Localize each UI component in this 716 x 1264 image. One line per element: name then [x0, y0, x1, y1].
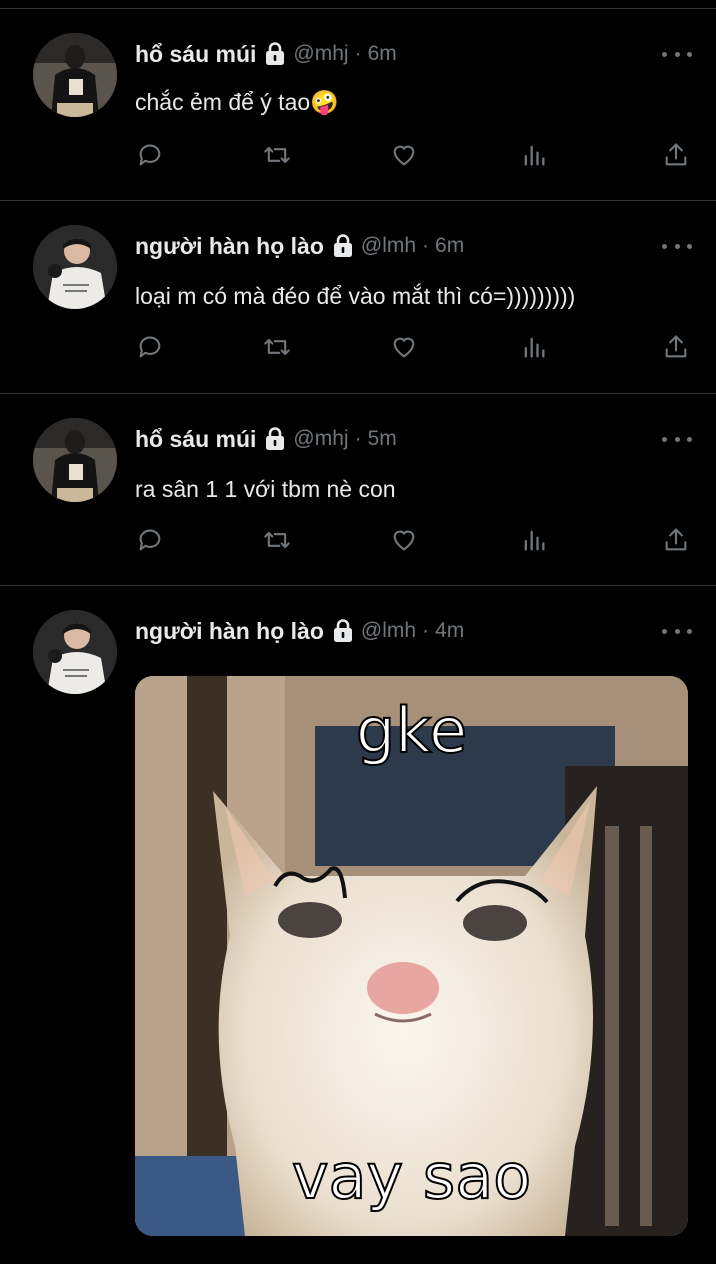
more-icon[interactable] — [662, 241, 692, 251]
tweet-text: loại m có mà đéo để vào mắt thì có=)))))… — [135, 283, 576, 309]
tweet[interactable]: hổ sáu múi @mhj · 6m chắc ẻm để ý tao🤪 — [0, 9, 716, 201]
like-icon — [393, 530, 415, 551]
like-button[interactable] — [389, 140, 419, 170]
more-icon[interactable] — [662, 49, 692, 59]
reply-icon — [139, 529, 161, 551]
user-handle[interactable]: @mhj — [293, 427, 348, 451]
like-icon — [393, 337, 415, 358]
timestamp[interactable]: 6m — [368, 42, 397, 66]
separator-dot: · — [422, 234, 430, 257]
retweet-icon — [264, 146, 290, 164]
avatar[interactable] — [33, 610, 117, 694]
share-button[interactable] — [661, 332, 691, 362]
views-button[interactable] — [519, 525, 549, 555]
tweet[interactable]: người hàn họ lào @lmh · 6m loại m có mà … — [0, 201, 716, 394]
retweet-button[interactable] — [262, 525, 292, 555]
separator-dot: · — [354, 427, 362, 450]
display-name[interactable]: người hàn họ lào — [135, 233, 324, 260]
views-icon — [524, 530, 545, 551]
like-button[interactable] — [389, 332, 419, 362]
share-icon — [665, 528, 687, 551]
display-name[interactable]: hổ sáu múi — [135, 41, 256, 68]
display-name[interactable]: người hàn họ lào — [135, 618, 324, 645]
retweet-icon — [264, 531, 290, 549]
views-button[interactable] — [519, 332, 549, 362]
views-button[interactable] — [519, 140, 549, 170]
share-icon — [665, 335, 687, 358]
share-button[interactable] — [661, 140, 691, 170]
tweet-header: người hàn họ lào @lmh · 6m — [135, 231, 464, 261]
retweet-button[interactable] — [262, 140, 292, 170]
timestamp[interactable]: 4m — [435, 619, 464, 643]
display-name[interactable]: hổ sáu múi — [135, 426, 256, 453]
avatar[interactable] — [33, 225, 117, 309]
retweet-button[interactable] — [262, 332, 292, 362]
retweet-icon — [264, 338, 290, 356]
more-icon[interactable] — [662, 434, 692, 444]
timestamp[interactable]: 5m — [368, 427, 397, 451]
views-icon — [524, 145, 545, 166]
reply-icon — [139, 144, 161, 166]
like-button[interactable] — [389, 525, 419, 555]
separator-dot: · — [422, 619, 430, 642]
meme-caption-bottom: vay sao — [291, 1139, 532, 1214]
lock-icon — [333, 619, 352, 642]
action-bar — [135, 140, 691, 170]
tweet-media-image[interactable]: gke vay sao — [135, 676, 688, 1236]
tweet-header: hổ sáu múi @mhj · 5m — [135, 424, 397, 454]
reply-button[interactable] — [135, 140, 165, 170]
timestamp[interactable]: 6m — [435, 234, 464, 258]
reply-icon — [139, 336, 161, 358]
views-icon — [524, 337, 545, 358]
like-icon — [393, 145, 415, 166]
tweet[interactable]: hổ sáu múi @mhj · 5m ra sân 1 1 với tbm … — [0, 394, 716, 586]
lock-icon — [266, 42, 285, 65]
share-icon — [665, 143, 687, 166]
avatar[interactable] — [33, 33, 117, 117]
meme-caption-top: gke — [355, 693, 468, 768]
tweet-header: hổ sáu múi @mhj · 6m — [135, 39, 397, 69]
reply-button[interactable] — [135, 332, 165, 362]
more-icon[interactable] — [662, 626, 692, 636]
share-button[interactable] — [661, 525, 691, 555]
user-handle[interactable]: @lmh — [361, 619, 416, 643]
lock-icon — [266, 427, 285, 450]
lock-icon — [333, 234, 352, 257]
reply-button[interactable] — [135, 525, 165, 555]
action-bar — [135, 525, 691, 555]
action-bar — [135, 332, 691, 362]
tweet-header: người hàn họ lào @lmh · 4m — [135, 616, 464, 646]
user-handle[interactable]: @mhj — [293, 42, 348, 66]
user-handle[interactable]: @lmh — [361, 234, 416, 258]
avatar[interactable] — [33, 418, 117, 502]
separator-dot: · — [354, 42, 362, 65]
tweet-text: ra sân 1 1 với tbm nè con — [135, 476, 396, 502]
tweet-text: chắc ẻm để ý tao🤪 — [135, 89, 339, 115]
